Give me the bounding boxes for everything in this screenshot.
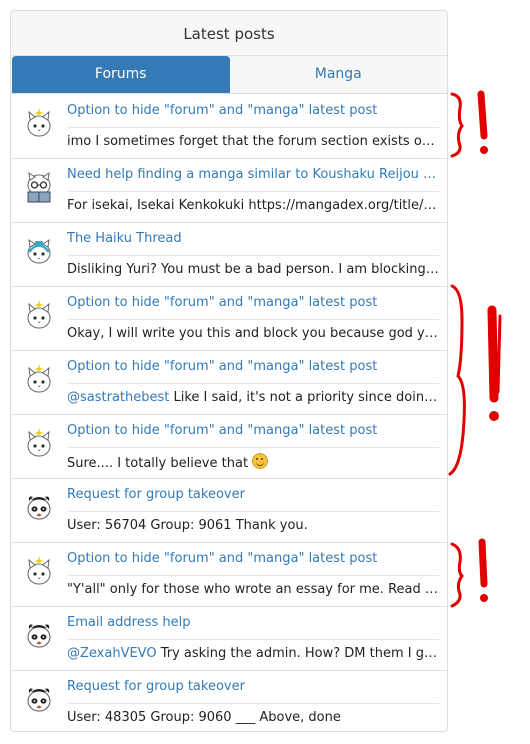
post-snippet: "Y'all" only for those who wrote an essa… xyxy=(67,582,441,597)
snippet-text: Like I said, it's not a priority since d… xyxy=(173,390,442,405)
list-item: Option to hide "forum" and "manga" lates… xyxy=(11,95,447,159)
panda-cat-avatar-icon[interactable] xyxy=(23,491,55,523)
post-title-link[interactable]: Option to hide "forum" and "manga" lates… xyxy=(67,422,441,440)
post-title-link[interactable]: Option to hide "forum" and "manga" lates… xyxy=(67,102,441,120)
post-title-link[interactable]: The Haiku Thread xyxy=(67,230,441,248)
cat-glasses-reading-avatar-icon[interactable] xyxy=(23,171,55,203)
list-item: Email address help @ZexahVEVO Try asking… xyxy=(11,607,447,671)
divider xyxy=(67,127,439,128)
divider xyxy=(67,191,439,192)
annotation-bracket-exclamation-middle xyxy=(448,284,502,476)
post-title-link[interactable]: Request for group takeover xyxy=(67,486,441,504)
cat-sparkle-avatar-icon[interactable] xyxy=(23,555,55,587)
tab-bar: Forums Manga xyxy=(11,56,447,94)
post-snippet: @sastrathebest Like I said, it's not a p… xyxy=(67,389,441,407)
post-title-link[interactable]: Option to hide "forum" and "manga" lates… xyxy=(67,294,441,312)
cat-headphones-avatar-icon[interactable] xyxy=(23,235,55,267)
post-title-link[interactable]: Request for group takeover xyxy=(67,678,441,696)
snippet-text: Try asking the admin. How? DM them I gue… xyxy=(156,646,441,661)
divider xyxy=(67,383,439,384)
divider xyxy=(67,511,439,512)
post-snippet: imo I sometimes forget that the forum se… xyxy=(67,134,441,149)
user-mention-link[interactable]: @ZexahVEVO xyxy=(67,646,157,661)
divider xyxy=(67,447,439,448)
list-item: The Haiku Thread Disliking Yuri? You mus… xyxy=(11,223,447,287)
post-title-link[interactable]: Option to hide "forum" and "manga" lates… xyxy=(67,550,441,568)
cat-sparkle-avatar-icon[interactable] xyxy=(23,363,55,395)
annotation-bracket-exclamation-bottom xyxy=(450,538,488,608)
post-snippet: For isekai, Isekai Kenkokuki https://man… xyxy=(67,198,441,213)
post-title-link[interactable]: Need help finding a manga similar to Kou… xyxy=(67,166,441,184)
smile-emoji-icon xyxy=(252,453,269,469)
panel-title: Latest posts xyxy=(11,11,447,56)
panda-cat-avatar-icon[interactable] xyxy=(23,619,55,651)
cat-sparkle-avatar-icon[interactable] xyxy=(23,427,55,459)
list-item: Need help finding a manga similar to Kou… xyxy=(11,159,447,223)
snippet-text: Sure.... I totally believe that xyxy=(67,456,253,471)
user-mention-link[interactable]: @sastrathebest xyxy=(67,390,169,405)
post-title-link[interactable]: Email address help xyxy=(67,614,441,632)
cat-sparkle-avatar-icon[interactable] xyxy=(23,107,55,139)
cat-sparkle-avatar-icon[interactable] xyxy=(23,299,55,331)
divider xyxy=(67,639,439,640)
divider xyxy=(67,255,439,256)
tab-forums[interactable]: Forums xyxy=(12,56,230,93)
panda-cat-avatar-icon[interactable] xyxy=(23,683,55,715)
list-item: Option to hide "forum" and "manga" lates… xyxy=(11,415,447,479)
list-item: Option to hide "forum" and "manga" lates… xyxy=(11,287,447,351)
divider xyxy=(67,703,439,704)
annotation-bracket-exclamation-top xyxy=(450,90,488,158)
post-list: Option to hide "forum" and "manga" lates… xyxy=(11,95,447,731)
post-title-link[interactable]: Option to hide "forum" and "manga" lates… xyxy=(67,358,441,376)
list-item: Option to hide "forum" and "manga" lates… xyxy=(11,351,447,415)
divider xyxy=(67,575,439,576)
list-item: Option to hide "forum" and "manga" lates… xyxy=(11,543,447,607)
post-snippet: Sure.... I totally believe that xyxy=(67,453,441,473)
post-snippet: User: 56704 Group: 9061 Thank you. xyxy=(67,518,308,533)
divider xyxy=(67,319,439,320)
post-snippet: Disliking Yuri? You must be a bad person… xyxy=(67,262,441,277)
post-snippet: @ZexahVEVO Try asking the admin. How? DM… xyxy=(67,645,441,663)
list-item: Request for group takeover User: 56704 G… xyxy=(11,479,447,543)
tab-manga[interactable]: Manga xyxy=(230,56,448,93)
list-item: Request for group takeover User: 48305 G… xyxy=(11,671,447,731)
post-snippet: User: 48305 Group: 9060 ___ Above, done xyxy=(67,710,341,725)
post-snippet: Okay, I will write you this and block yo… xyxy=(67,326,441,341)
latest-posts-panel: Latest posts Forums Manga Option to hide… xyxy=(10,10,448,732)
